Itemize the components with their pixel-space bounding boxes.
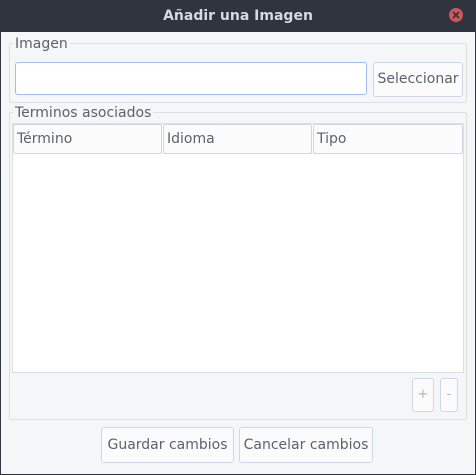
- dialog-window: Añadir una Imagen Imagen Seleccionar Ter…: [0, 0, 476, 475]
- close-icon: [452, 11, 460, 19]
- window-title: Añadir una Imagen: [163, 8, 313, 24]
- cancel-button[interactable]: Cancelar cambios: [239, 427, 373, 463]
- save-button[interactable]: Guardar cambios: [101, 427, 234, 463]
- dialog-content: Imagen Seleccionar Terminos asociados Té…: [1, 32, 475, 474]
- add-term-button[interactable]: +: [412, 378, 434, 412]
- title-bar[interactable]: Añadir una Imagen: [0, 0, 476, 32]
- column-header-term[interactable]: Término: [13, 124, 162, 154]
- terms-table[interactable]: Término Idioma Tipo: [12, 123, 464, 373]
- image-path-input[interactable]: [15, 62, 367, 95]
- image-group-label: Imagen: [13, 36, 70, 52]
- select-image-button[interactable]: Seleccionar: [373, 62, 463, 97]
- column-header-type[interactable]: Tipo: [313, 124, 463, 154]
- column-header-language[interactable]: Idioma: [163, 124, 312, 154]
- close-button[interactable]: [449, 8, 463, 22]
- remove-term-button[interactable]: -: [440, 378, 458, 412]
- terms-group-label: Terminos asociados: [13, 105, 154, 121]
